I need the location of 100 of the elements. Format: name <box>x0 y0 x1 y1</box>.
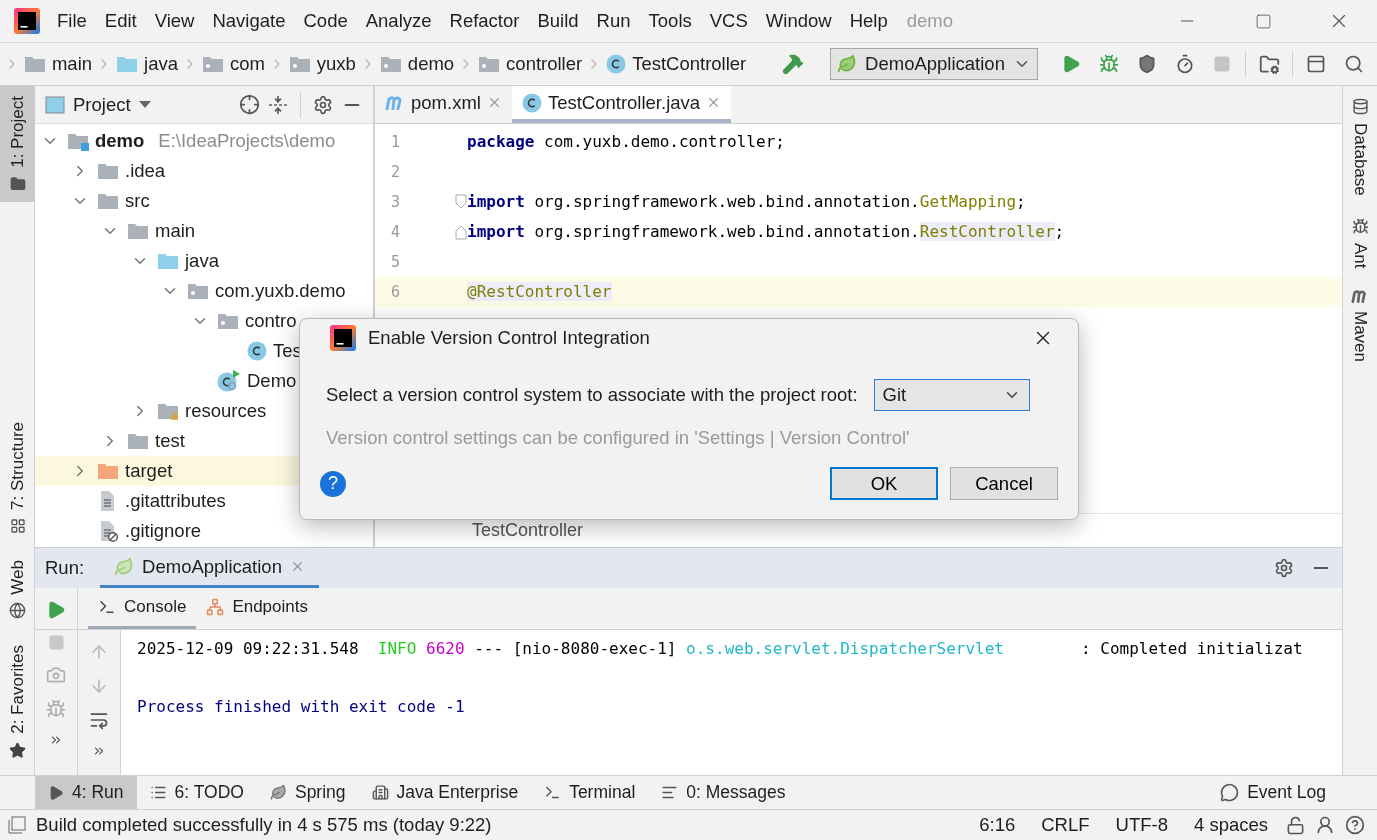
menu-item[interactable]: Help <box>840 10 897 32</box>
menu-item[interactable]: Navigate <box>203 10 295 32</box>
tree-item[interactable]: demo E:\IdeaProjects\demo <box>35 126 373 156</box>
wrap-icon[interactable] <box>89 710 109 730</box>
window-icon[interactable] <box>1306 54 1327 74</box>
search-icon[interactable] <box>1344 54 1365 74</box>
vcs-select[interactable]: Git <box>873 379 1030 411</box>
app-logo <box>14 8 40 34</box>
more-icon[interactable] <box>92 744 106 758</box>
tree-item[interactable]: src <box>35 186 373 216</box>
menu-item[interactable]: Code <box>294 10 357 32</box>
console-line: Process finished with exit code -1 <box>137 696 466 718</box>
tool-window-tab[interactable]: 6: TODO <box>136 776 257 809</box>
class-icon <box>247 341 267 361</box>
tool-window-tab[interactable]: 0: Messages <box>648 776 799 809</box>
breadcrumb[interactable]: yuxb <box>284 53 360 75</box>
menu-item[interactable]: Build <box>528 10 588 32</box>
tool-window-tab[interactable]: 1: Project <box>0 86 35 202</box>
settings-icon[interactable] <box>313 94 333 115</box>
line-number: 4 <box>390 223 402 241</box>
locate-icon[interactable] <box>239 94 260 115</box>
line-number: 1 <box>390 133 402 151</box>
field-label: Select a version control system to associate with the project root: <box>326 384 858 406</box>
tree-item[interactable]: main <box>35 216 373 246</box>
folder-icon <box>97 161 119 181</box>
tool-window-tab[interactable]: Ant <box>1342 213 1377 273</box>
menu-item[interactable]: Run <box>587 10 640 32</box>
debug-icon[interactable] <box>1098 54 1119 74</box>
tool-window-tab[interactable]: Event Log <box>1207 776 1339 809</box>
breadcrumb[interactable]: com <box>197 53 269 75</box>
status-item[interactable]: UTF-8 <box>1107 814 1176 836</box>
breadcrumb[interactable]: TestController <box>602 53 751 75</box>
folder-icon <box>116 54 138 74</box>
editor-tab[interactable]: pom.xml <box>375 86 512 123</box>
folder-icon <box>67 131 89 151</box>
panel-title[interactable]: Project <box>73 93 131 116</box>
settings-icon[interactable] <box>1274 558 1294 578</box>
menu-item[interactable]: Edit <box>95 10 146 32</box>
help-icon[interactable] <box>1345 815 1365 835</box>
menu-item[interactable]: VCS <box>700 10 757 32</box>
code-line: import org.springframework.web.bind.annotation.GetMapping; <box>467 191 1026 213</box>
breadcrumb[interactable]: java <box>112 53 182 75</box>
tool-window-tab[interactable]: Spring <box>256 776 359 809</box>
fold-marker-icon[interactable] <box>455 224 467 240</box>
tree-item-label: contro <box>245 310 297 332</box>
console-tab[interactable]: Endpoints <box>196 588 318 629</box>
tree-item-label: demo <box>95 130 145 152</box>
status-item[interactable]: 6:16 <box>971 814 1024 836</box>
more-icon[interactable] <box>49 733 63 747</box>
hammer-icon[interactable] <box>782 53 805 75</box>
tool-window-tab[interactable]: Web <box>0 549 35 630</box>
run-config-dropdown[interactable]: DemoApplication <box>830 48 1038 80</box>
panel-title: Run: <box>45 557 85 579</box>
run-tab[interactable]: DemoApplication <box>100 548 319 588</box>
menu-item[interactable]: Refactor <box>440 10 529 32</box>
lock-icon[interactable] <box>1286 815 1305 835</box>
inspector-icon[interactable] <box>1315 815 1335 835</box>
folder-icon <box>97 461 119 481</box>
tool-window-tab[interactable]: Terminal <box>531 776 649 809</box>
tree-item-label: main <box>155 220 196 242</box>
status-item[interactable]: 4 spaces <box>1185 814 1276 836</box>
line-number: 2 <box>390 163 402 181</box>
caret-icon[interactable] <box>138 101 151 108</box>
layout-toggle-icon <box>8 816 26 834</box>
tree-item[interactable]: com.yuxb.demo <box>35 276 373 306</box>
editor-tab[interactable]: TestController.java <box>511 86 732 123</box>
breadcrumb[interactable]: main <box>19 53 97 75</box>
status-item[interactable]: CRLF <box>1033 814 1098 836</box>
tool-window-tab[interactable]: 4: Run <box>35 776 137 809</box>
tool-window-tab[interactable]: 7: Structure <box>0 411 35 544</box>
rerun-icon[interactable] <box>46 600 66 620</box>
breadcrumb[interactable]: controller <box>474 53 587 75</box>
folder-icon <box>157 251 179 271</box>
folder-icon <box>127 221 149 241</box>
project-structure-icon[interactable] <box>1258 53 1280 75</box>
dialog-button[interactable]: OK <box>830 467 938 500</box>
collapse-icon[interactable] <box>268 94 288 115</box>
menu-item[interactable]: View <box>145 10 204 32</box>
breadcrumb[interactable]: demo <box>375 53 459 75</box>
tool-window-tab[interactable]: Database <box>1342 94 1377 200</box>
menu-item[interactable]: Window <box>756 10 841 32</box>
tree-item[interactable]: .idea <box>35 156 373 186</box>
play-icon <box>48 784 64 801</box>
tree-item-label: Demo <box>247 370 297 392</box>
tool-window-tab[interactable]: Maven <box>1342 286 1377 366</box>
menu-item[interactable]: Tools <box>639 10 701 32</box>
endpoints-icon <box>206 598 225 616</box>
panel-icon <box>45 95 65 114</box>
tree-item[interactable]: java <box>35 246 373 276</box>
maximize-icon[interactable] <box>1254 12 1272 30</box>
package-icon <box>201 54 224 74</box>
dialog-button[interactable]: Cancel <box>950 467 1058 500</box>
fold-marker-icon[interactable] <box>455 194 467 210</box>
list-icon <box>149 784 167 801</box>
menu-item[interactable]: Analyze <box>356 10 441 32</box>
help-button[interactable]: ? <box>320 470 346 497</box>
tool-window-tab[interactable]: Java Enterprise <box>358 776 532 809</box>
menu-item[interactable]: File <box>48 10 96 32</box>
tree-item[interactable]: .gitignore <box>35 516 373 546</box>
tool-window-tab[interactable]: 2: Favorites <box>0 635 35 769</box>
